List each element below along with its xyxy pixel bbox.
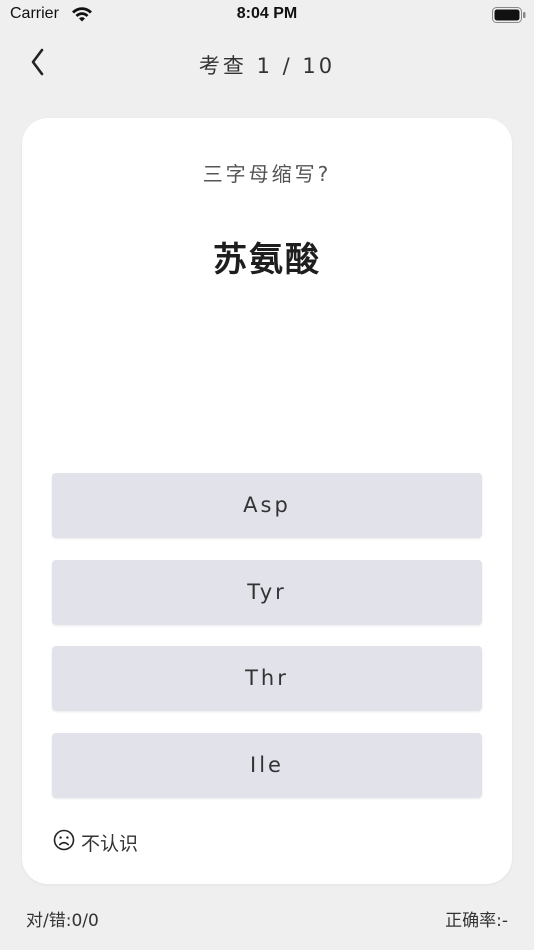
sad-face-icon: [53, 829, 75, 855]
question-prompt: 三字母缩写?: [202, 162, 332, 186]
battery-icon: [492, 7, 526, 27]
option-button[interactable]: Thr: [52, 646, 482, 711]
option-button[interactable]: Asp: [52, 473, 482, 538]
clock: 8:04 PM: [236, 5, 298, 22]
dont-know-button[interactable]: 不认识: [53, 828, 138, 856]
option-button[interactable]: Tyr: [52, 560, 482, 625]
dont-know-label: 不认识: [81, 832, 139, 855]
accuracy-text: 正确率:-: [445, 911, 508, 931]
question-word: 苏氨酸: [213, 240, 321, 280]
page-title: 考查 1 / 10: [198, 54, 336, 78]
navigation-bar: 考查 1 / 10: [0, 40, 534, 86]
status-bar: Carrier 8:04 PM: [0, 0, 534, 30]
score-text: 对/错:0/0: [26, 911, 99, 931]
quiz-card: 三字母缩写? 苏氨酸 Asp Tyr Thr Ile 不认识: [22, 118, 512, 884]
option-button[interactable]: Ile: [52, 733, 482, 798]
